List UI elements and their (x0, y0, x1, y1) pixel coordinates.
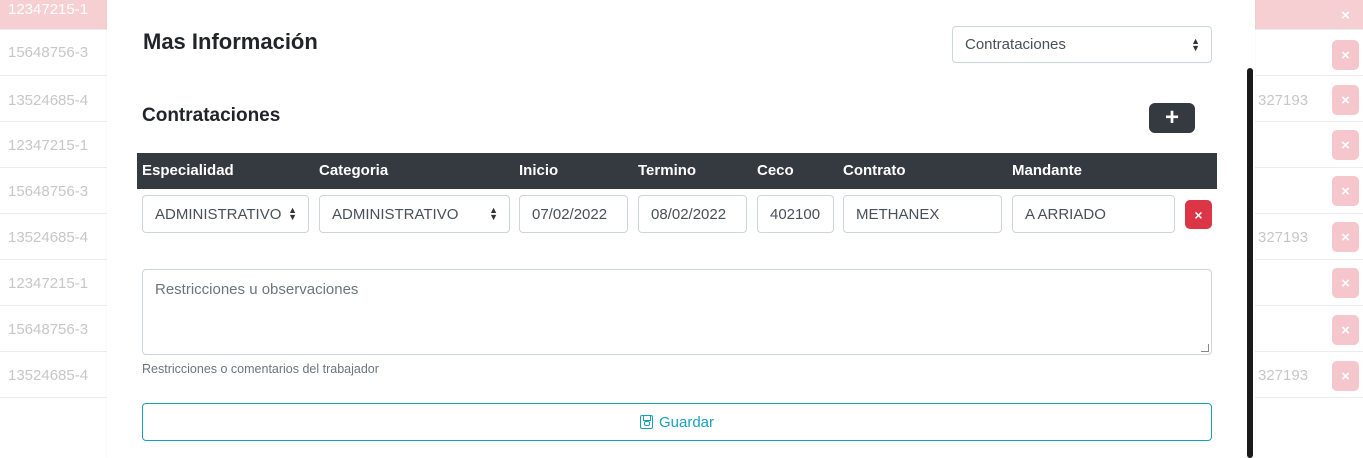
extra-cell: 327193 (1258, 367, 1309, 384)
resize-handle-icon[interactable] (1201, 344, 1209, 352)
modal-title: Mas Información (143, 29, 318, 54)
delete-row-button[interactable]: × (1332, 176, 1359, 206)
delete-row-button[interactable]: × (1332, 0, 1359, 30)
inicio-date-input[interactable]: 07/02/2022 (519, 195, 628, 233)
save-button-label: Guardar (658, 413, 715, 431)
view-select[interactable]: Contrataciones ▲ ▼ (952, 26, 1212, 63)
categoria-value: ADMINISTRATIVO (332, 206, 459, 223)
select-caret-icon: ▲ ▼ (489, 205, 498, 222)
delete-row-button[interactable]: × (1332, 361, 1359, 391)
observations-help-text: Restricciones o comentarios del trabajad… (142, 362, 379, 376)
column-header-inicio: Inicio (519, 162, 559, 179)
rut-cell: 12347215-1 (8, 1, 89, 18)
rut-cell: 13524685-4 (8, 92, 89, 109)
especialidad-select[interactable]: ADMINISTRATIVO ▲ ▼ (142, 195, 309, 233)
view-select-value: Contrataciones (965, 36, 1066, 53)
especialidad-value: ADMINISTRATIVO (155, 206, 282, 223)
column-header-mandante: Mandante (1012, 162, 1083, 179)
column-header-contrato: Contrato (843, 162, 906, 179)
contracts-table-header: Especialidad Categoria Inicio Termino Ce… (137, 153, 1217, 189)
column-header-ceco: Ceco (757, 162, 794, 179)
mandante-input[interactable]: A ARRIADO (1012, 195, 1175, 233)
termino-date-input[interactable]: 08/02/2022 (638, 195, 747, 233)
rut-cell: 15648756-3 (8, 321, 89, 338)
extra-cell: 327193 (1258, 229, 1309, 246)
section-title: Contrataciones (142, 105, 281, 126)
select-caret-icon: ▲ ▼ (288, 205, 297, 222)
save-button[interactable]: Guardar (142, 403, 1212, 441)
column-header-termino: Termino (638, 162, 697, 179)
delete-row-button[interactable]: × (1332, 268, 1359, 298)
rut-cell: 13524685-4 (8, 229, 89, 246)
delete-contract-button[interactable]: × (1185, 200, 1212, 229)
rut-cell: 12347215-1 (8, 275, 89, 292)
column-header-especialidad: Especialidad (142, 162, 234, 179)
select-caret-icon: ▲ ▼ (1191, 35, 1200, 53)
delete-row-button[interactable]: × (1332, 40, 1359, 70)
ceco-input[interactable]: 402100 (757, 195, 834, 233)
column-header-categoria: Categoria (319, 162, 389, 179)
categoria-select[interactable]: ADMINISTRATIVO ▲ ▼ (319, 195, 510, 233)
save-icon (639, 415, 653, 429)
rut-cell: 12347215-1 (8, 137, 89, 154)
rut-cell: 15648756-3 (8, 44, 89, 61)
delete-row-button[interactable]: × (1332, 222, 1359, 252)
delete-row-button[interactable]: × (1332, 85, 1359, 115)
rut-cell: 15648756-3 (8, 183, 89, 200)
observations-placeholder: Restricciones u observaciones (155, 281, 359, 298)
observations-textarea[interactable]: Restricciones u observaciones (142, 269, 1212, 355)
delete-row-button[interactable]: × (1332, 315, 1359, 345)
extra-cell: 327193 (1258, 92, 1309, 109)
rut-cell: 13524685-4 (8, 367, 89, 384)
modal-scrollbar[interactable] (1247, 68, 1253, 458)
delete-row-button[interactable]: × (1332, 130, 1359, 160)
add-contract-button[interactable]: + (1149, 103, 1195, 133)
contrato-input[interactable]: METHANEX (843, 195, 1002, 233)
